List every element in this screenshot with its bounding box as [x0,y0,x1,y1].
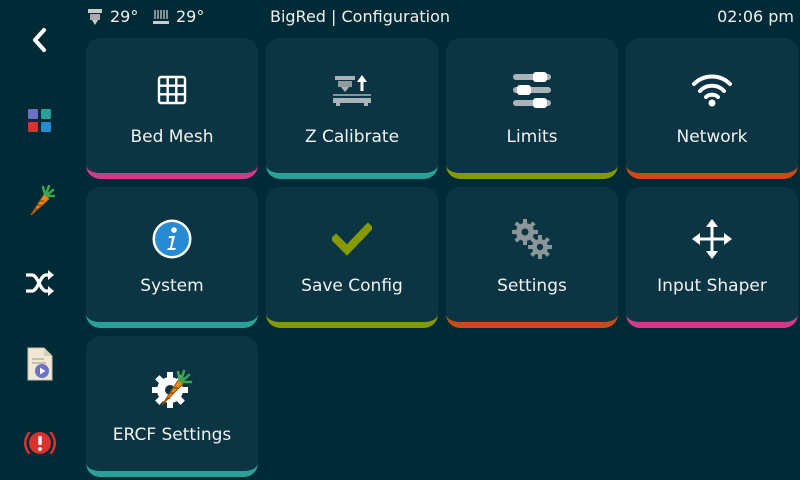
input-shaper-button[interactable]: Input Shaper [626,187,798,328]
z-calibrate-button[interactable]: Z Calibrate [266,38,438,179]
info-icon [152,219,192,259]
emergency-stop-button[interactable] [0,408,80,478]
tile-label: Settings [497,276,567,296]
grid-icon [157,75,187,105]
bed-mesh-button[interactable]: Bed Mesh [86,38,258,179]
tile-label: Limits [506,127,558,147]
ercf-gear-icon [152,369,193,408]
sliders-icon [513,72,551,108]
wifi-icon [692,74,732,107]
tile-label: Save Config [301,276,403,296]
home-grid-icon [28,109,51,132]
print-button[interactable] [0,329,80,399]
sidebar [0,0,80,480]
tile-label: ERCF Settings [112,425,232,445]
gears-icon [512,219,552,259]
page-title: BigRed | Configuration [269,7,451,26]
home-button[interactable] [0,86,80,156]
network-button[interactable]: Network [626,38,798,179]
shuffle-icon [26,270,54,296]
z-offset-icon [333,75,371,106]
back-button[interactable] [0,5,80,75]
system-button[interactable]: System [86,187,258,328]
tile-label: Z Calibrate [304,127,400,147]
clock: 02:06 pm [717,7,794,26]
file-print-icon [27,347,53,381]
tile-label: Input Shaper [657,276,767,296]
emergency-stop-icon [24,431,56,455]
save-config-button[interactable]: Save Config [266,187,438,328]
ercf-settings-button[interactable]: ERCF Settings [86,336,258,477]
move-arrows-icon [692,219,732,259]
tile-label: Bed Mesh [130,127,214,147]
status-bar: 29° 29° BigRed | Configuration 02:06 pm [80,0,800,34]
limits-button[interactable]: Limits [446,38,618,179]
carrot-icon [30,185,55,216]
tile-label: System [140,276,204,296]
settings-button[interactable]: Settings [446,187,618,328]
macros-button[interactable] [0,248,80,318]
back-chevron-icon [33,28,46,52]
ercf-button[interactable] [0,167,80,237]
tile-label: Network [676,127,748,147]
checkmark-icon [332,222,372,256]
